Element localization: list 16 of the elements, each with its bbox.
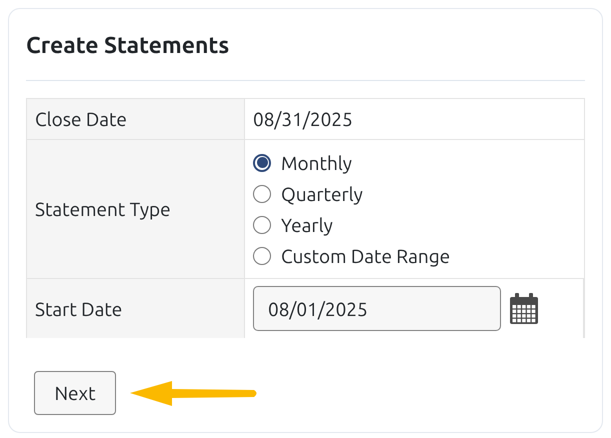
row-label: Statement Type (27, 140, 245, 278)
calendar-icon[interactable] (509, 292, 539, 324)
start-date-field[interactable]: 08/01/2025 (253, 286, 501, 331)
close-date-value: 08/31/2025 (252, 107, 354, 132)
radio-option[interactable]: Custom Date Range (253, 244, 450, 268)
radio-button[interactable] (253, 184, 271, 202)
next-button[interactable]: Next (34, 371, 116, 415)
row-label: Start Date (27, 279, 245, 338)
card-title: Create Statements (26, 32, 230, 60)
radio-button[interactable] (253, 246, 271, 264)
row-label: Close Date (27, 99, 245, 139)
radio-option[interactable]: Yearly (253, 212, 450, 236)
radio-option[interactable]: Monthly (253, 150, 450, 174)
radio-button[interactable] (253, 216, 271, 234)
radio-option[interactable]: Quarterly (253, 182, 450, 206)
radio-button[interactable] (253, 154, 271, 172)
